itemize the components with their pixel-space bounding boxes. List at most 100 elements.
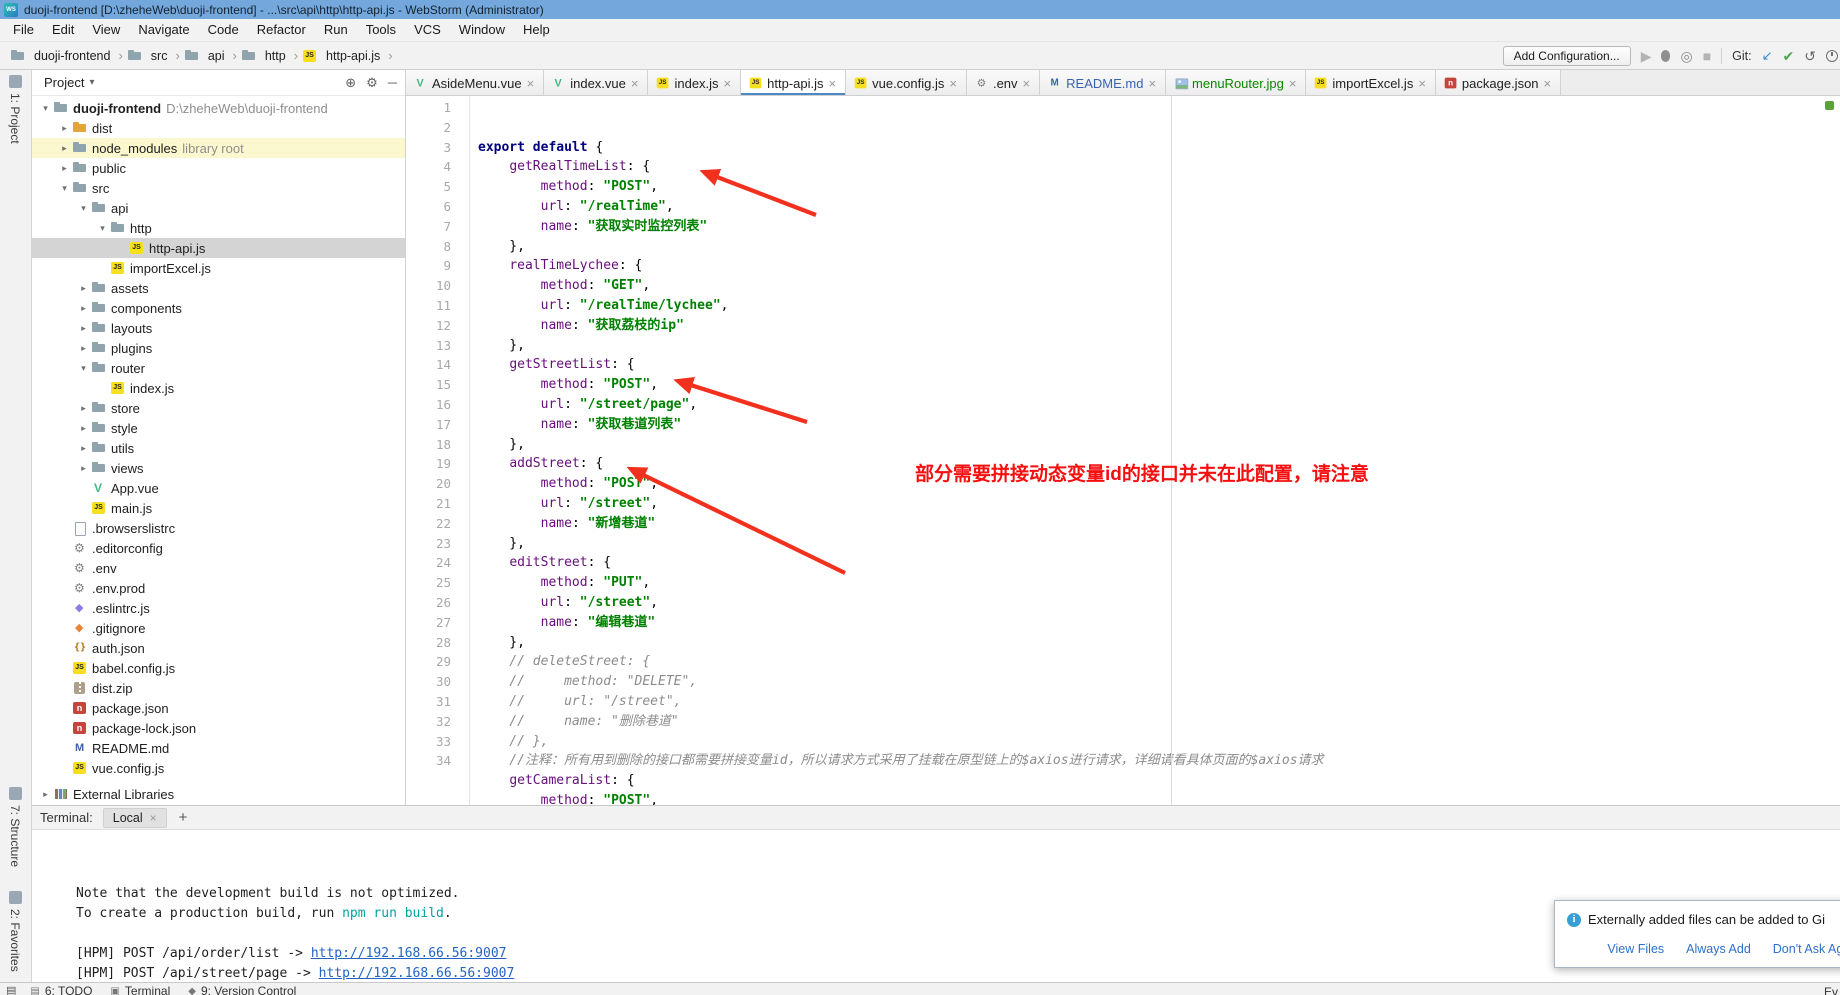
project-view-selector[interactable]: Project ▾: [44, 75, 95, 90]
tree-row[interactable]: ▸ assets: [32, 278, 405, 298]
tree-row[interactable]: index.js: [32, 378, 405, 398]
tool-stripe-button[interactable]: 1: Project: [8, 75, 22, 144]
toolwindow-button[interactable]: ▣ Terminal: [110, 984, 170, 995]
close-icon[interactable]: ×: [1023, 76, 1031, 91]
tree-expand-arrow[interactable]: ▸: [76, 343, 91, 354]
tree-expand-arrow[interactable]: ▸: [76, 303, 91, 314]
tree-expand-arrow[interactable]: ▸: [57, 123, 72, 134]
tree-expand-arrow[interactable]: ▾: [76, 203, 91, 214]
tree-expand-arrow[interactable]: ▸: [76, 283, 91, 294]
menu-item[interactable]: Tools: [357, 19, 405, 41]
coverage-icon[interactable]: ◎: [1680, 49, 1692, 63]
tree-row[interactable]: .eslintrc.js: [32, 598, 405, 618]
notification-action-link[interactable]: Don't Ask Agai: [1773, 939, 1840, 959]
tree-row[interactable]: ▸ External Libraries: [32, 784, 405, 804]
tree-row[interactable]: ▸ components: [32, 298, 405, 318]
history-icon[interactable]: [1826, 50, 1838, 62]
notification-action-link[interactable]: View Files: [1607, 939, 1664, 959]
debug-icon[interactable]: [1661, 50, 1670, 62]
editor-tab[interactable]: AsideMenu.vue ×: [406, 70, 544, 96]
tree-row[interactable]: ▸ style: [32, 418, 405, 438]
tool-stripe-button[interactable]: 7: Structure: [8, 787, 22, 867]
close-icon[interactable]: ×: [631, 76, 639, 91]
tree-row[interactable]: ▾ api: [32, 198, 405, 218]
editor-tab[interactable]: menuRouter.jpg ×: [1166, 70, 1306, 96]
breadcrumb-item[interactable]: http ›: [241, 48, 302, 64]
tree-row[interactable]: ▸ plugins: [32, 338, 405, 358]
toolwindow-button[interactable]: ▤ 6: TODO: [30, 984, 92, 995]
editor-tab[interactable]: http-api.js ×: [741, 70, 846, 96]
tree-row[interactable]: vue.config.js: [32, 758, 405, 778]
code-editor[interactable]: 1234567891011121314151617181920212223242…: [406, 96, 1840, 805]
editor-tab[interactable]: .env ×: [967, 70, 1040, 96]
new-terminal-icon[interactable]: +: [179, 809, 188, 826]
tree-row[interactable]: ▸ store: [32, 398, 405, 418]
close-icon[interactable]: ×: [1148, 76, 1156, 91]
tree-row[interactable]: main.js: [32, 498, 405, 518]
close-icon[interactable]: ×: [949, 76, 957, 91]
tree-row[interactable]: App.vue: [32, 478, 405, 498]
menu-item[interactable]: Run: [315, 19, 357, 41]
tree-expand-arrow[interactable]: ▾: [76, 363, 91, 374]
menu-item[interactable]: Navigate: [129, 19, 198, 41]
menu-item[interactable]: VCS: [405, 19, 450, 41]
editor-tab[interactable]: index.js ×: [648, 70, 741, 96]
tree-row[interactable]: .gitignore: [32, 618, 405, 638]
tree-row[interactable]: ▾ http: [32, 218, 405, 238]
event-log-label[interactable]: Ev: [1824, 985, 1838, 995]
notification-action-link[interactable]: Always Add: [1686, 939, 1751, 959]
git-update-icon[interactable]: ↙: [1762, 49, 1773, 63]
terminal-output[interactable]: Note that the development build is not o…: [32, 830, 1840, 982]
editor-tab[interactable]: package.json ×: [1436, 70, 1561, 96]
tree-expand-arrow[interactable]: ▸: [76, 403, 91, 414]
tree-expand-arrow[interactable]: ▾: [57, 183, 72, 194]
menu-item[interactable]: Code: [199, 19, 248, 41]
stop-icon[interactable]: ■: [1703, 49, 1711, 63]
tree-expand-arrow[interactable]: ▸: [76, 423, 91, 434]
editor-tab[interactable]: index.vue ×: [544, 70, 648, 96]
editor-tab[interactable]: README.md ×: [1040, 70, 1166, 96]
close-icon[interactable]: ×: [1289, 76, 1297, 91]
tree-row[interactable]: ▸ views: [32, 458, 405, 478]
tree-row[interactable]: dist.zip: [32, 678, 405, 698]
close-icon[interactable]: ×: [1544, 76, 1552, 91]
locate-file-icon[interactable]: ⊕: [345, 75, 356, 91]
tree-row[interactable]: ▸ dist: [32, 118, 405, 138]
tree-row[interactable]: package.json: [32, 698, 405, 718]
settings-icon[interactable]: ⚙: [366, 75, 378, 91]
menu-item[interactable]: Window: [450, 19, 514, 41]
add-configuration-button[interactable]: Add Configuration...: [1503, 46, 1631, 66]
close-icon[interactable]: ×: [1418, 76, 1426, 91]
toolwindow-button[interactable]: ◆ 9: Version Control: [188, 984, 296, 995]
hide-panel-icon[interactable]: ─: [388, 75, 397, 91]
tree-row[interactable]: package-lock.json: [32, 718, 405, 738]
tree-expand-arrow[interactable]: ▾: [38, 103, 53, 114]
breadcrumb-item[interactable]: duoji-frontend ›: [10, 48, 127, 64]
menu-item[interactable]: File: [4, 19, 43, 41]
run-icon[interactable]: ▶: [1641, 49, 1652, 63]
git-commit-icon[interactable]: ✔: [1783, 49, 1795, 63]
tree-row[interactable]: .browserslistrc: [32, 518, 405, 538]
git-rollback-icon[interactable]: ↺: [1804, 49, 1816, 63]
tree-row[interactable]: ▾ src: [32, 178, 405, 198]
menu-item[interactable]: View: [83, 19, 129, 41]
tree-expand-arrow[interactable]: ▸: [76, 323, 91, 334]
tree-row[interactable]: importExcel.js: [32, 258, 405, 278]
tree-row[interactable]: ▸ node_modules library root: [32, 138, 405, 158]
tree-row[interactable]: ▾ duoji-frontend D:\zheheWeb\duoji-front…: [32, 98, 405, 118]
tree-row[interactable]: README.md: [32, 738, 405, 758]
breadcrumb-item[interactable]: http-api.js ›: [302, 48, 397, 64]
tree-row[interactable]: http-api.js: [32, 238, 405, 258]
toolwindow-switcher-icon[interactable]: ▤: [6, 984, 16, 995]
close-icon[interactable]: ×: [527, 76, 535, 91]
tree-row[interactable]: ▸ utils: [32, 438, 405, 458]
terminal-tab[interactable]: Local ×: [103, 808, 167, 828]
tree-row[interactable]: ▾ router: [32, 358, 405, 378]
tree-row[interactable]: ▸ public: [32, 158, 405, 178]
close-icon[interactable]: ×: [829, 76, 837, 91]
tree-expand-arrow[interactable]: ▸: [57, 143, 72, 154]
tree-row[interactable]: auth.json: [32, 638, 405, 658]
tree-row[interactable]: ▸ layouts: [32, 318, 405, 338]
menu-item[interactable]: Help: [514, 19, 559, 41]
editor-tab[interactable]: importExcel.js ×: [1306, 70, 1436, 96]
